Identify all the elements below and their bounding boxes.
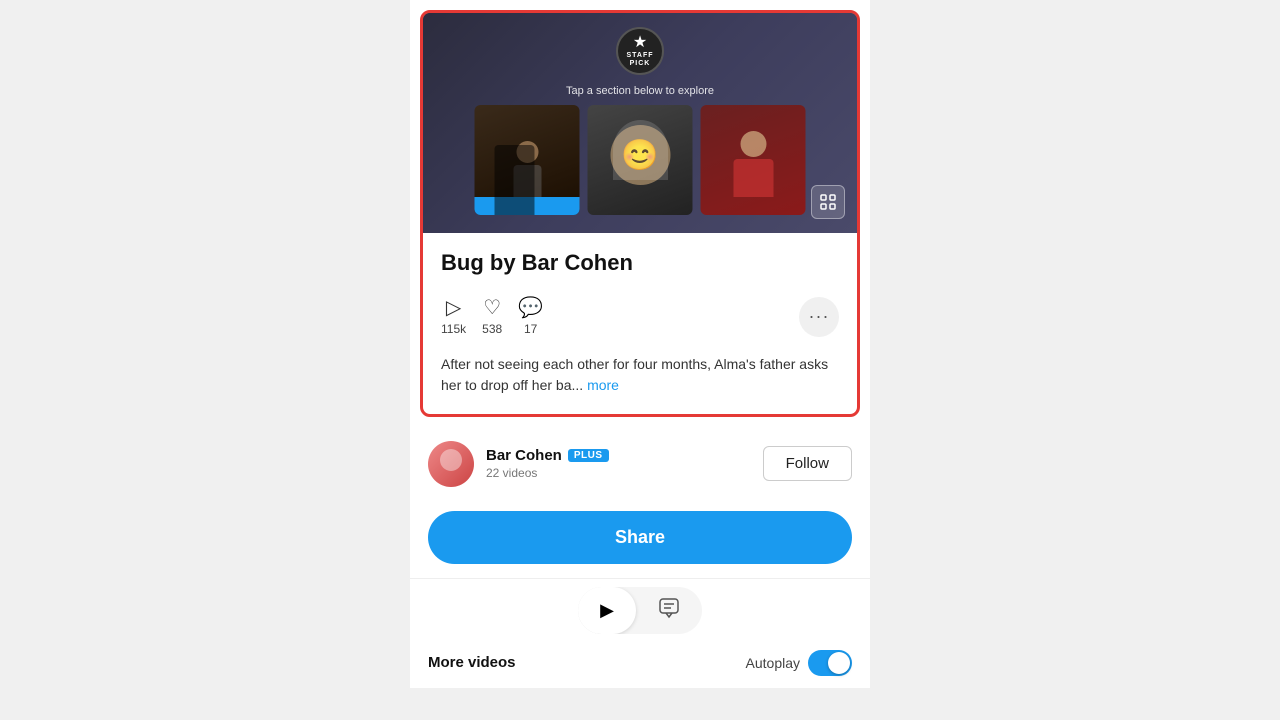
more-dots-icon: ···	[809, 306, 830, 327]
toggle-thumb	[828, 652, 850, 674]
tab-pill: ▶	[578, 587, 702, 634]
thumbnail-3[interactable]	[701, 105, 806, 215]
person-body-1	[513, 165, 541, 197]
author-name-row: Bar Cohen PLUS	[486, 447, 763, 464]
author-avatar	[428, 441, 474, 487]
share-section: Share	[410, 501, 870, 578]
page-wrapper: ★ STAFF PICK Tap a section below to expl…	[410, 0, 870, 688]
author-video-count: 22 videos	[486, 466, 763, 480]
more-options-button[interactable]: ···	[799, 297, 839, 337]
active-indicator-bar	[475, 197, 580, 215]
play-button[interactable]: ▷ 115k	[441, 294, 482, 340]
more-link[interactable]: more	[587, 377, 619, 393]
comment-button[interactable]: 💬 17	[518, 294, 559, 340]
like-button[interactable]: ♡ 538	[482, 294, 518, 340]
video-description: After not seeing each other for four mon…	[441, 354, 839, 396]
plus-badge: PLUS	[568, 449, 609, 462]
like-count: 538	[482, 322, 502, 336]
share-button[interactable]: Share	[428, 511, 852, 564]
bottom-tab-bar: ▶	[410, 578, 870, 642]
comment-icon: 💬	[518, 298, 543, 318]
autoplay-row: Autoplay	[746, 650, 852, 676]
person-head-1	[516, 141, 538, 163]
video-card: ★ STAFF PICK Tap a section below to expl…	[420, 10, 860, 417]
staff-pick-badge: ★ STAFF PICK	[616, 27, 664, 75]
thumbnail-2[interactable]: 😊	[588, 105, 693, 215]
description-text: After not seeing each other for four mon…	[441, 356, 828, 393]
staff-pick-subtext: PICK	[630, 60, 651, 67]
woman-head	[740, 131, 766, 157]
woman-figure	[733, 131, 773, 197]
play-icon: ▷	[446, 298, 461, 318]
author-info: Bar Cohen PLUS 22 videos	[486, 447, 763, 480]
tap-section-label: Tap a section below to explore	[566, 85, 714, 97]
person-figure-1	[513, 141, 541, 197]
tab-video[interactable]: ▶	[578, 587, 636, 634]
staff-pick-star: ★	[633, 35, 647, 51]
more-videos-label: More videos	[428, 654, 516, 671]
man-face: 😊	[610, 125, 670, 185]
video-tab-icon: ▶	[600, 600, 614, 621]
author-section: Bar Cohen PLUS 22 videos Follow	[410, 427, 870, 501]
video-title: Bug by Bar Cohen	[441, 249, 839, 278]
thumbnails-row: 😊	[475, 105, 806, 215]
staff-pick-text: STAFF	[626, 52, 653, 59]
video-thumbnail: ★ STAFF PICK Tap a section below to expl…	[423, 13, 857, 233]
staff-pick-circle: ★ STAFF PICK	[616, 27, 664, 75]
tab-comments[interactable]	[636, 587, 702, 634]
comment-tab-icon	[658, 597, 680, 624]
comment-count: 17	[524, 322, 537, 336]
video-info-section: Bug by Bar Cohen ▷ 115k ♡ 538 💬 17 ···	[423, 233, 857, 414]
woman-body	[733, 159, 773, 197]
play-count: 115k	[441, 322, 466, 336]
bottom-row: More videos Autoplay	[410, 642, 870, 688]
thumbnail-1[interactable]	[475, 105, 580, 215]
follow-button[interactable]: Follow	[763, 446, 852, 481]
heart-icon: ♡	[483, 298, 501, 318]
author-name: Bar Cohen	[486, 447, 562, 464]
fullscreen-button[interactable]	[811, 185, 845, 219]
autoplay-label: Autoplay	[746, 655, 800, 671]
autoplay-toggle[interactable]	[808, 650, 852, 676]
action-row: ▷ 115k ♡ 538 💬 17 ···	[441, 294, 839, 340]
